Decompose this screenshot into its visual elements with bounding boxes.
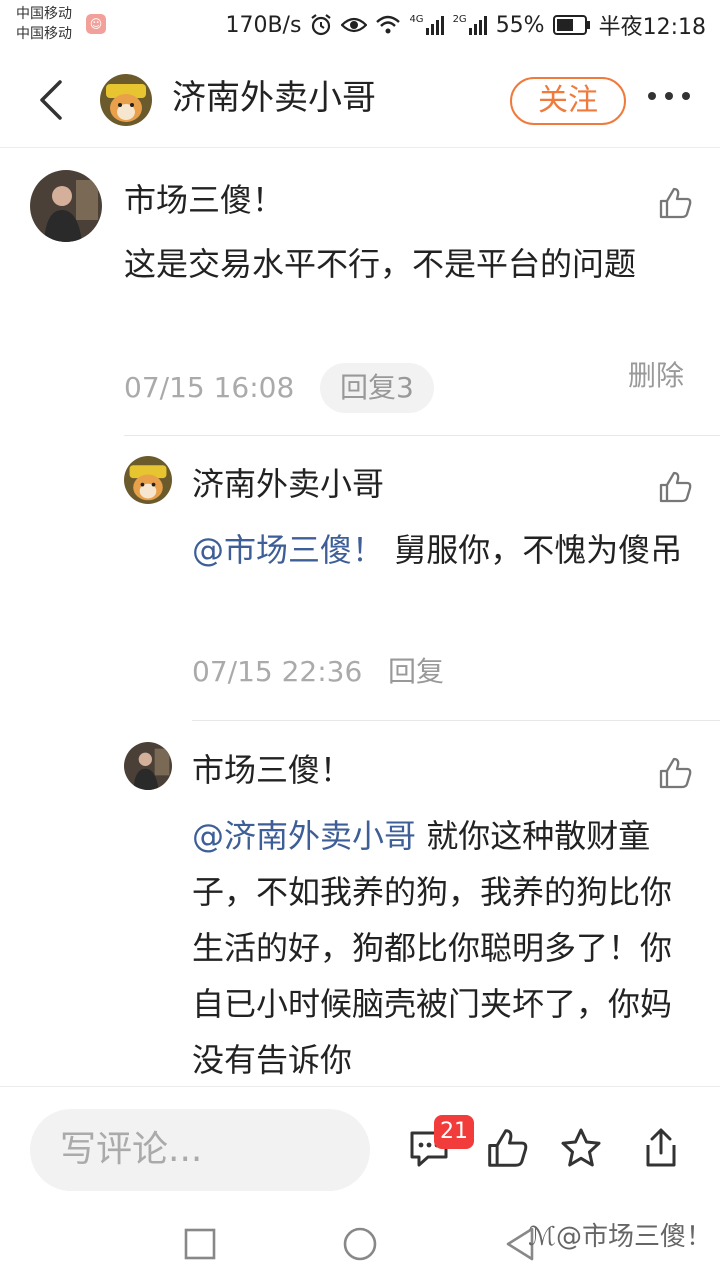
like-button[interactable] xyxy=(658,470,692,504)
more-horizontal-icon xyxy=(648,92,690,100)
eye-icon xyxy=(341,17,368,33)
reply-text: @济南外卖小哥 就你这种散财童子，不如我养的狗，我养的狗比你生活的好，狗都比你聪… xyxy=(192,808,684,1086)
reply-author[interactable]: 市场三傻！ xyxy=(192,748,352,792)
share-button[interactable] xyxy=(640,1127,682,1169)
thumbs-up-icon xyxy=(659,757,692,789)
carrier-1: 中国移动 xyxy=(16,6,72,22)
favorite-button[interactable] xyxy=(560,1127,602,1169)
back-button[interactable] xyxy=(30,78,70,122)
clock: 半夜12:18 xyxy=(598,15,706,40)
person-avatar-icon xyxy=(30,170,102,242)
person-avatar-icon xyxy=(124,742,172,790)
thumbs-up-icon xyxy=(488,1129,528,1167)
mention-link[interactable]: @市场三傻！ xyxy=(192,531,384,569)
share-icon xyxy=(646,1128,676,1167)
comment-time: 07/15 16:08 xyxy=(124,371,295,404)
comment-count-badge: 21 xyxy=(434,1115,474,1149)
like-post-button[interactable] xyxy=(486,1127,528,1169)
signal-bars-icon xyxy=(468,16,487,35)
commenter-avatar[interactable] xyxy=(30,170,102,242)
like-button[interactable] xyxy=(658,756,692,790)
reply-time: 07/15 22:36 xyxy=(192,655,363,688)
circle-icon xyxy=(343,1227,377,1261)
author-name[interactable]: 济南外卖小哥 xyxy=(172,76,376,120)
comment-input[interactable]: 写评论... xyxy=(30,1109,370,1191)
reply-text: @市场三傻！ 舅服你，不愧为傻吊 xyxy=(192,522,684,578)
battery-percent: 55% xyxy=(495,12,545,38)
comment-author[interactable]: 市场三傻！ xyxy=(124,178,284,222)
bottom-action-bar: 写评论... 21 xyxy=(0,1086,720,1202)
thumbs-up-icon xyxy=(659,471,692,503)
watermark-text: @市场三傻！ xyxy=(555,1222,712,1252)
recents-button[interactable] xyxy=(184,1228,216,1264)
star-icon xyxy=(561,1128,601,1167)
dog-avatar-icon xyxy=(100,74,152,126)
delete-button[interactable]: 删除 xyxy=(628,356,684,396)
system-nav-bar: ℳ@市场三傻！ xyxy=(0,1202,720,1280)
divider xyxy=(192,720,720,721)
carrier-2: 中国移动 xyxy=(16,26,72,42)
like-button[interactable] xyxy=(658,186,692,220)
reply-button[interactable]: 回复 xyxy=(388,652,444,692)
notification-app-icon: ☺ xyxy=(86,14,106,34)
status-indicators: 170B/s 4G 2G 55% 半夜12:18 xyxy=(225,8,706,42)
reply-avatar[interactable] xyxy=(124,456,172,504)
home-button[interactable] xyxy=(342,1226,378,1266)
more-button[interactable] xyxy=(644,86,694,106)
mention-link[interactable]: @济南外卖小哥 xyxy=(192,817,416,855)
wifi-icon xyxy=(376,15,401,34)
follow-button[interactable]: 关注 xyxy=(510,77,626,125)
post-header: 济南外卖小哥 关注 xyxy=(0,50,720,148)
zhihu-logo-icon: ℳ xyxy=(528,1222,556,1252)
signal-4g: 4G xyxy=(409,14,444,36)
carrier-labels: 中国移动 中国移动 xyxy=(16,4,72,44)
author-avatar[interactable] xyxy=(100,74,152,126)
alarm-icon xyxy=(311,14,332,36)
battery-icon xyxy=(552,15,590,35)
reply-body: 舅服你，不愧为傻吊 xyxy=(384,531,683,569)
dog-avatar-icon xyxy=(124,456,172,504)
chevron-left-icon xyxy=(40,80,62,120)
divider xyxy=(124,435,720,436)
thumbs-up-icon xyxy=(659,187,692,219)
comment-text: 这是交易水平不行，不是平台的问题 xyxy=(124,245,637,283)
network-speed: 170B/s xyxy=(225,12,302,38)
signal-2g: 2G xyxy=(453,14,488,36)
signal-bars-icon xyxy=(425,16,444,35)
status-bar: 中国移动 中国移动 ☺ 170B/s 4G 2G 55% 半夜12:18 xyxy=(0,0,720,50)
reply-count-button[interactable]: 回复3 xyxy=(320,363,434,413)
reply-avatar[interactable] xyxy=(124,742,172,790)
reply-author[interactable]: 济南外卖小哥 xyxy=(192,462,384,506)
watermark: ℳ@市场三傻！ xyxy=(528,1220,712,1254)
reply-body: 就你这种散财童子，不如我养的狗，我养的狗比你生活的好，狗都比你聪明多了！你自已小… xyxy=(192,817,673,1079)
square-icon xyxy=(184,1228,216,1260)
